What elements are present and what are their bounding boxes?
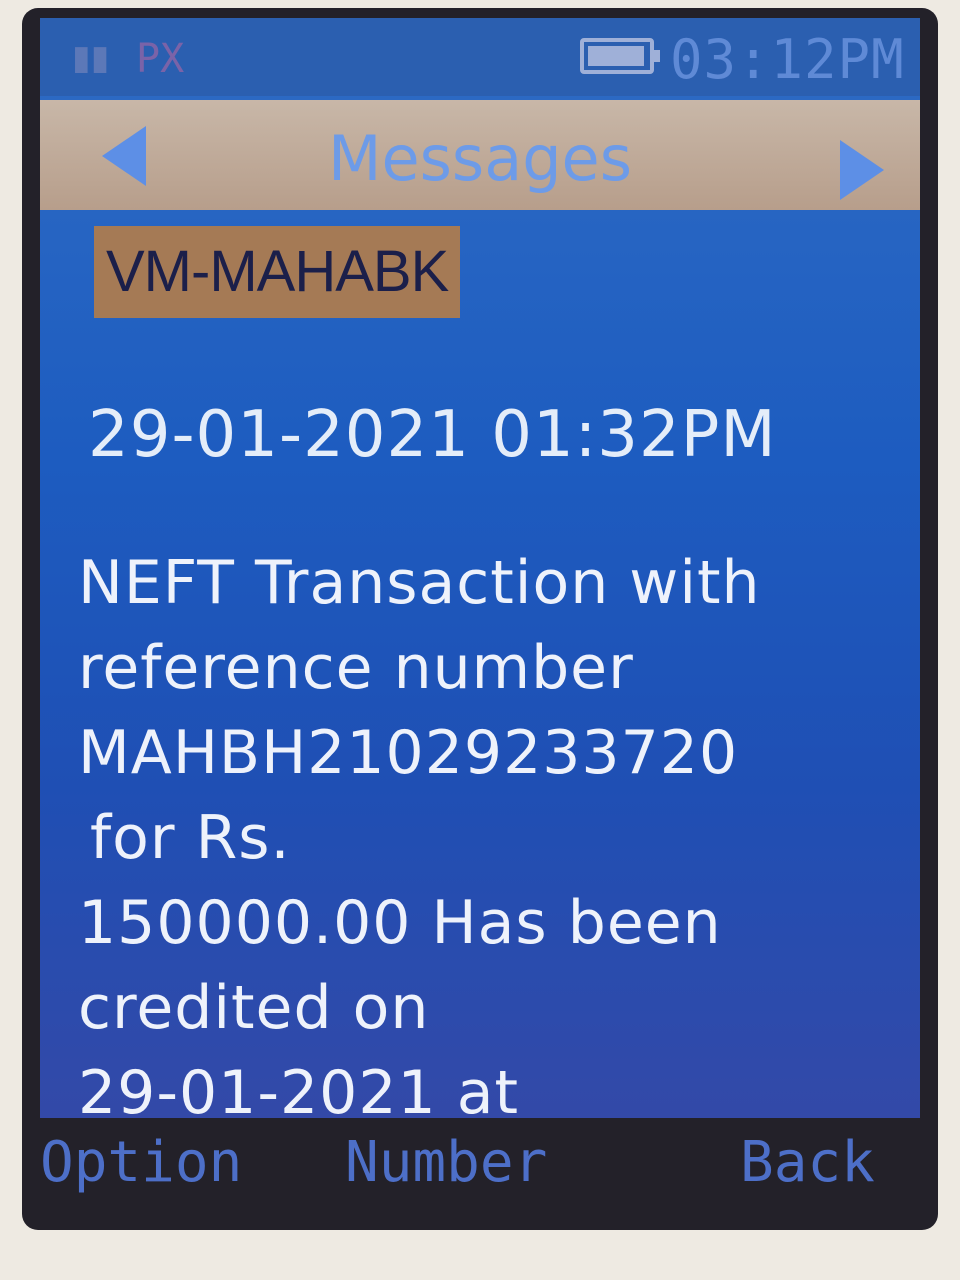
option-softkey[interactable]: Option <box>40 1130 242 1195</box>
softkey-bar: Option Number Back <box>0 1120 960 1230</box>
message-body-line: for Rs. <box>90 803 291 873</box>
title-bar: Messages <box>40 100 920 210</box>
phone-screen: ▮▮ PX 03:12PM Messages VM-MAHABK 29-01-2… <box>40 18 920 1118</box>
battery-icon <box>580 38 660 74</box>
number-softkey[interactable]: Number <box>345 1130 547 1195</box>
signal-bars-icon: ▮▮ <box>72 38 110 78</box>
status-clock: 03:12PM <box>670 28 905 91</box>
message-body-line: MAHBH21029233720 <box>78 718 739 788</box>
arrow-right-icon[interactable] <box>840 140 884 200</box>
message-sender: VM-MAHABK <box>94 226 461 318</box>
message-body-line: 150000.00 Has been <box>78 888 722 958</box>
page-title: Messages <box>327 122 633 195</box>
back-softkey[interactable]: Back <box>740 1130 875 1195</box>
message-timestamp: 29-01-2021 01:32PM <box>88 398 777 472</box>
message-body-line: credited on <box>78 973 430 1043</box>
network-label: PX <box>136 36 185 82</box>
status-bar: ▮▮ PX 03:12PM <box>40 18 920 96</box>
message-body-line: reference number <box>78 633 634 703</box>
message-body-line: NEFT Transaction with <box>78 548 761 618</box>
message-body-line: 29-01-2021 at <box>78 1058 520 1118</box>
